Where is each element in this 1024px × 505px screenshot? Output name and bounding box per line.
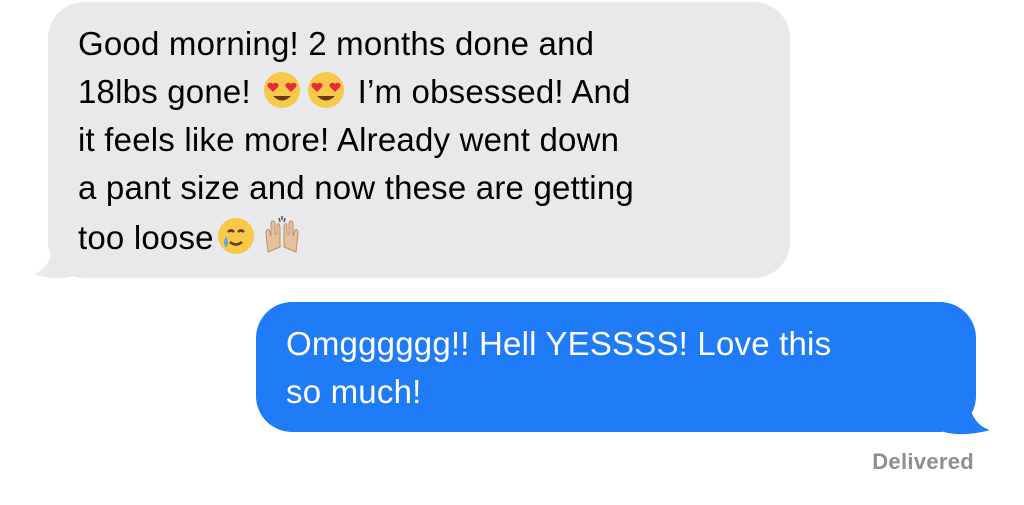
received-message-line-2: 18lbs gone! I’m obsessed! And <box>78 68 762 116</box>
message-thread: Good morning! 2 months done and 18lbs go… <box>0 0 1024 505</box>
received-message-line-1: Good morning! 2 months done and <box>78 25 595 62</box>
sent-message-line-1: Omgggggg!! Hell YESSSS! Love this <box>286 325 832 362</box>
received-message-text: 18lbs gone! <box>78 73 251 110</box>
sent-message-bubble[interactable]: Omgggggg!! Hell YESSSS! Love this so muc… <box>256 302 976 432</box>
received-message-text: I’m obsessed! And <box>357 73 631 110</box>
delivery-status: Delivered <box>872 449 974 474</box>
sent-message-line-2: so much! <box>286 373 422 410</box>
heart-eyes-emoji <box>264 72 301 108</box>
raising-hands-emoji <box>265 216 299 253</box>
heart-eyes-emoji <box>308 72 345 108</box>
received-message-line-3: it feels like more! Already went down <box>78 121 620 158</box>
received-message-line-5: too loose <box>78 212 762 262</box>
smiling-face-with-tear-emoji <box>217 218 254 254</box>
received-message-line-4: a pant size and now these are getting <box>78 169 634 206</box>
received-message-text: too loose <box>78 219 214 256</box>
received-message-bubble[interactable]: Good morning! 2 months done and 18lbs go… <box>48 2 790 278</box>
